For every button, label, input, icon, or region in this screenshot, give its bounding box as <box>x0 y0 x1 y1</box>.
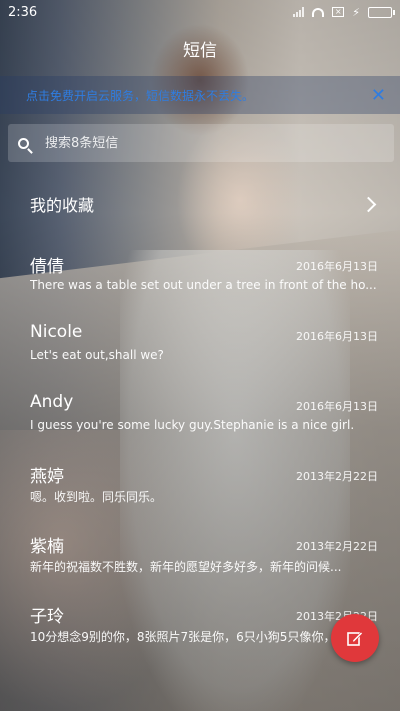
no-sim-icon: × <box>332 7 345 17</box>
sender-name: Andy <box>30 392 74 412</box>
search-bar[interactable] <box>8 124 394 162</box>
sender-name: 紫楠 <box>30 537 64 557</box>
message-date: 2013年2月22日 <box>296 540 378 553</box>
sender-name: Nicole <box>30 322 83 342</box>
cloud-service-banner[interactable]: 点击免费开启云服务，短信数据永不丢失。 ✕ <box>0 76 400 114</box>
message-list: 倩倩 2016年6月13日 There was a table set out … <box>30 252 378 672</box>
compose-button[interactable] <box>331 614 379 662</box>
message-preview: There was a table set out under a tree i… <box>30 278 377 292</box>
status-icons: × ⚡ <box>293 5 395 19</box>
sender-name: 倩倩 <box>30 257 64 277</box>
search-icon <box>18 137 29 149</box>
message-item[interactable]: 倩倩 2016年6月13日 There was a table set out … <box>30 252 378 322</box>
message-item[interactable]: Nicole 2016年6月13日 Let's eat out,shall we… <box>30 322 378 392</box>
message-item[interactable]: 子玲 2013年2月22日 10分想念9别的你，8张照片7张是你，6只小狗5只像… <box>30 602 378 672</box>
wifi-icon <box>312 7 325 17</box>
chevron-right-icon <box>360 196 377 212</box>
message-preview: 嗯。收到啦。同乐同乐。 <box>30 490 163 504</box>
sender-name: 子玲 <box>30 607 64 627</box>
message-item[interactable]: 紫楠 2013年2月22日 新年的祝福数不胜数，新年的愿望好多好多，新年的问候.… <box>30 532 378 602</box>
message-item[interactable]: 燕婷 2013年2月22日 嗯。收到啦。同乐同乐。 <box>30 462 378 532</box>
charging-icon: ⚡ <box>352 5 360 19</box>
message-preview: 10分想念9别的你，8张照片7张是你，6只小狗5只像你，4... <box>30 630 355 644</box>
message-preview: Let's eat out,shall we? <box>30 348 164 362</box>
message-date: 2016年6月13日 <box>296 330 378 343</box>
search-input[interactable] <box>43 134 347 152</box>
message-date: 2016年6月13日 <box>296 400 378 413</box>
message-date: 2013年2月22日 <box>296 470 378 483</box>
favorites-row[interactable]: 我的收藏 <box>30 186 380 222</box>
message-preview: I guess you're some lucky guy.Stephanie … <box>30 418 355 432</box>
status-bar: 2:36 × ⚡ <box>0 0 400 24</box>
favorites-label: 我的收藏 <box>30 196 95 215</box>
message-date: 2016年6月13日 <box>296 260 378 273</box>
battery-icon <box>368 6 395 18</box>
banner-text[interactable]: 点击免费开启云服务，短信数据永不丢失。 <box>26 87 254 104</box>
close-icon[interactable]: ✕ <box>371 85 386 106</box>
sender-name: 燕婷 <box>30 467 64 487</box>
compose-icon <box>347 631 363 646</box>
message-item[interactable]: Andy 2016年6月13日 I guess you're some luck… <box>30 392 378 462</box>
signal-icon <box>293 7 305 17</box>
page-title: 短信 <box>183 41 217 61</box>
status-time: 2:36 <box>8 4 38 20</box>
message-preview: 新年的祝福数不胜数，新年的愿望好多好多，新年的问候... <box>30 560 342 574</box>
